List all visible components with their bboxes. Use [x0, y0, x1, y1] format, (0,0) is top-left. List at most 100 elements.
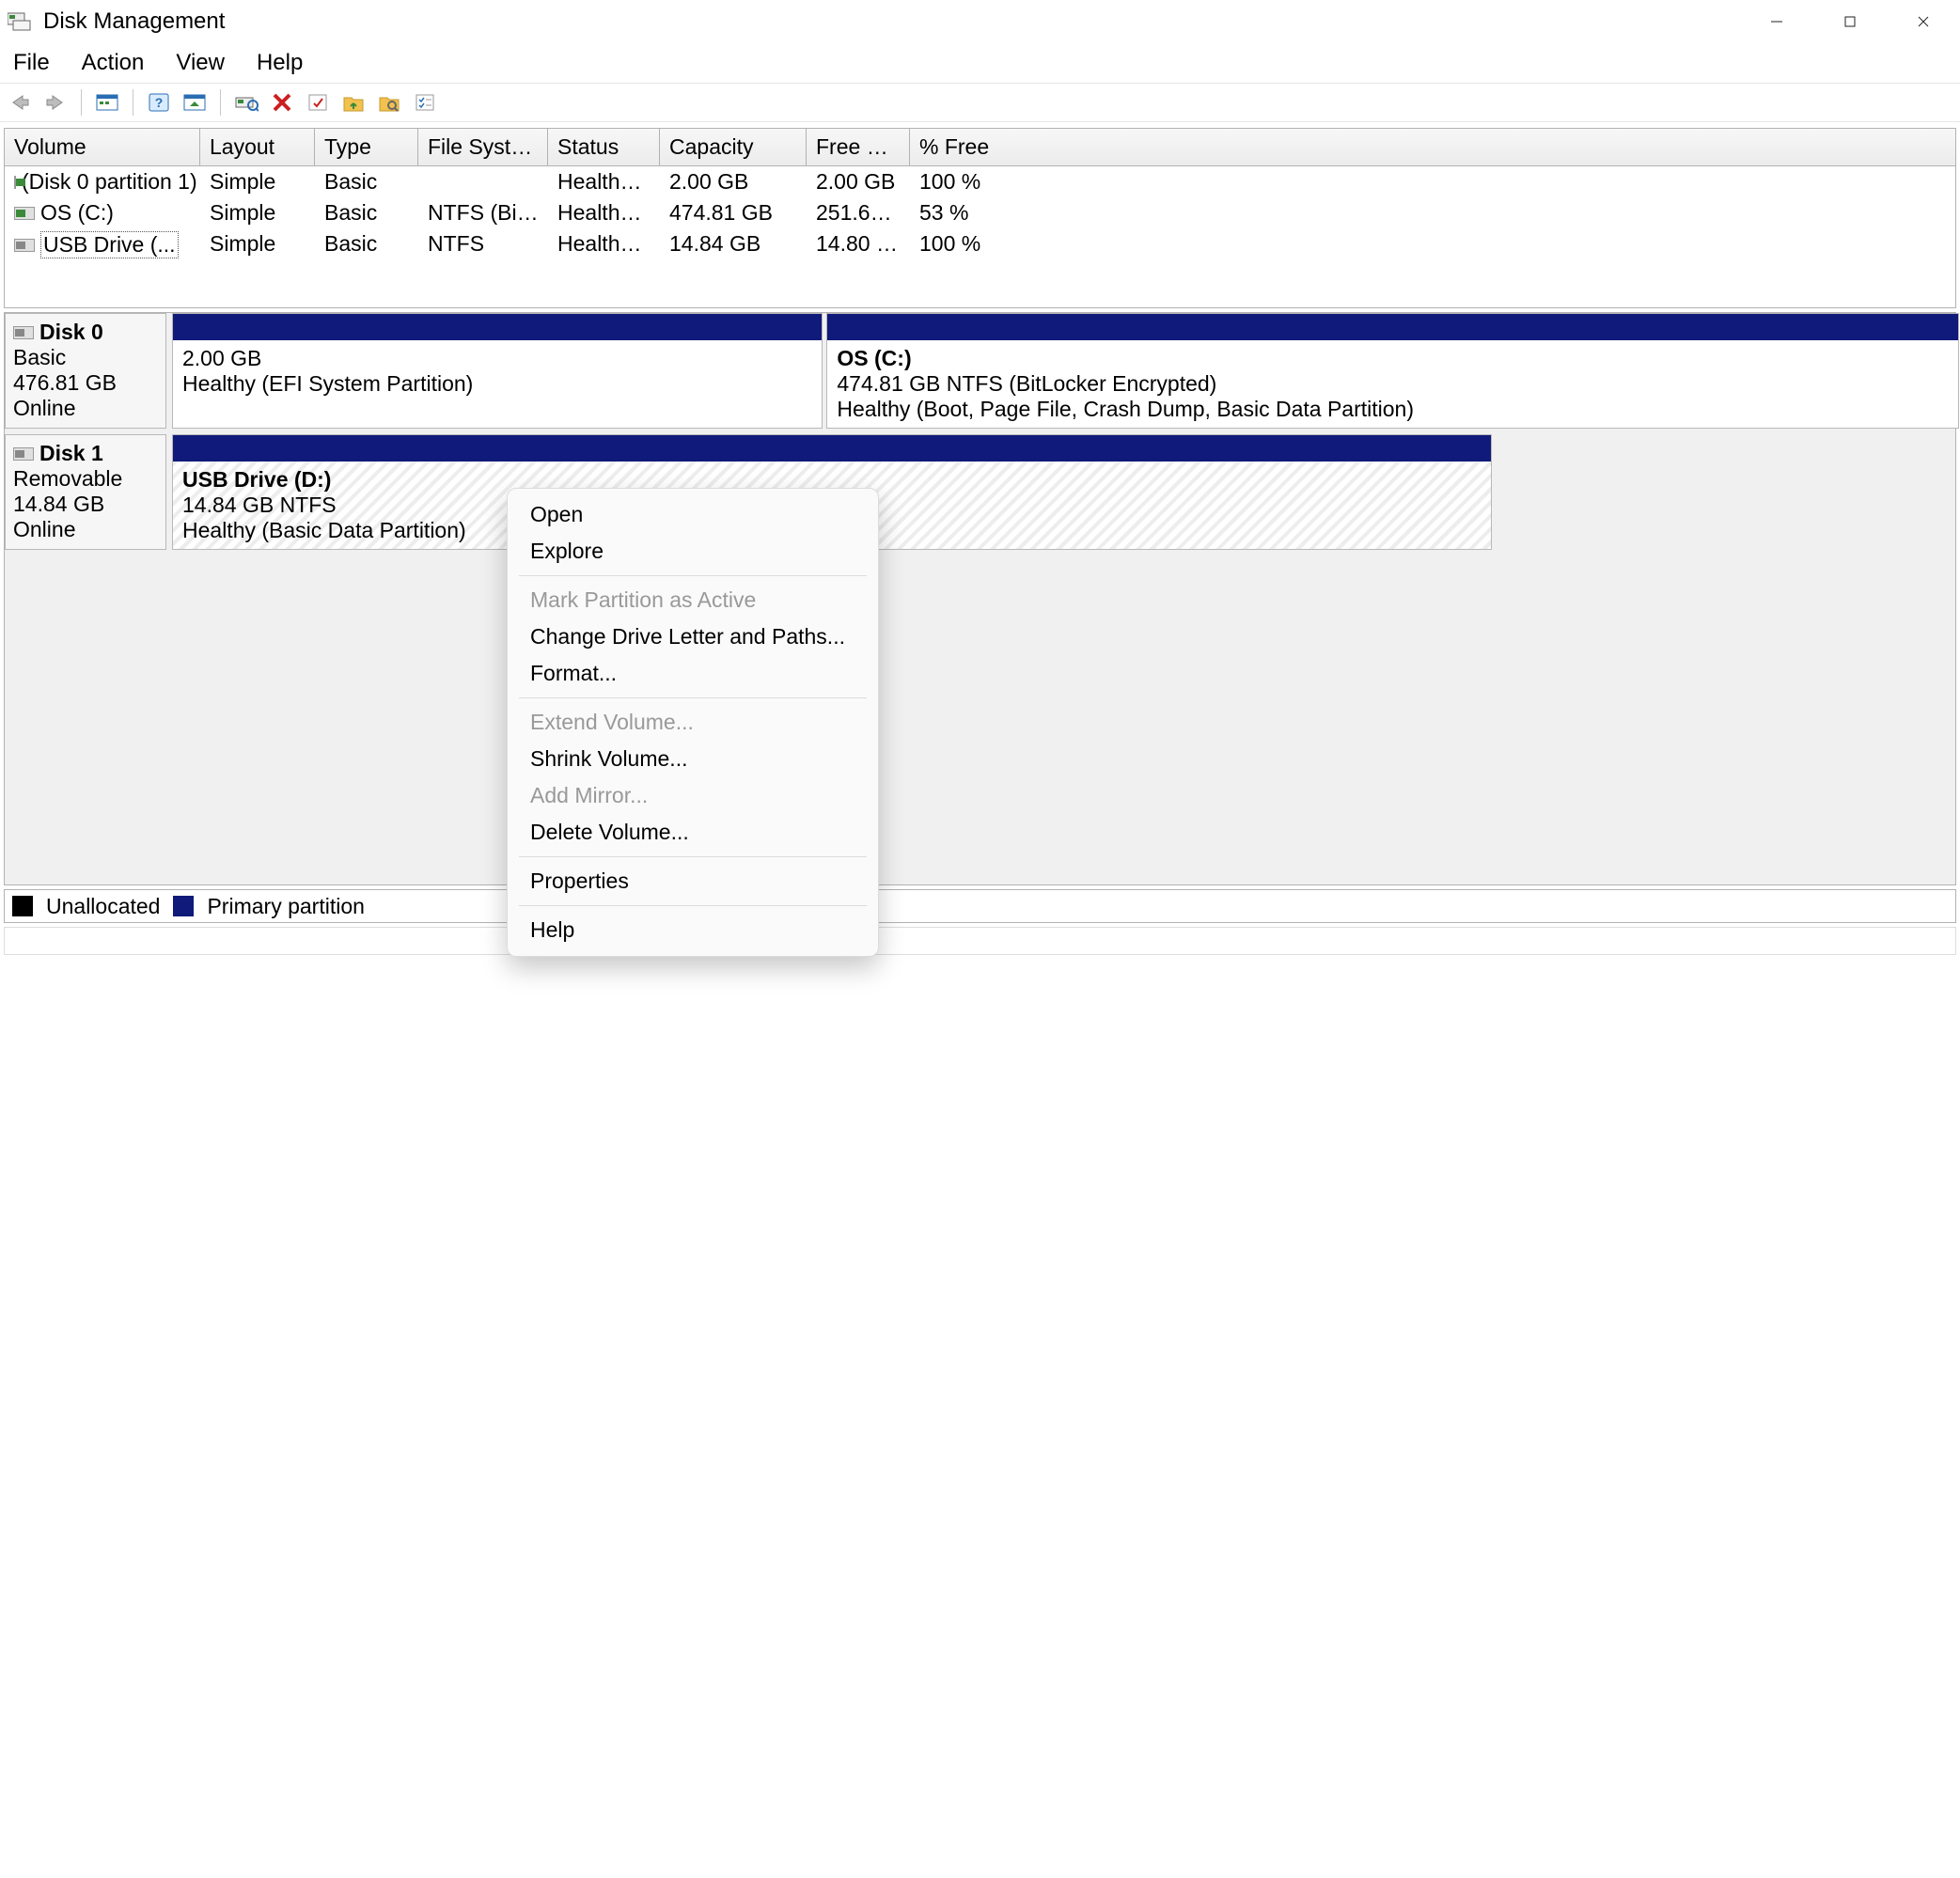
partition-block[interactable]: 2.00 GBHealthy (EFI System Partition) [172, 313, 823, 429]
volume-capacity: 14.84 GB [660, 230, 807, 259]
partition-container: USB Drive (D:)14.84 GB NTFSHealthy (Basi… [166, 434, 1955, 550]
disk-info-panel[interactable]: Disk 1Removable14.84 GBOnline [5, 434, 166, 550]
rescan-button[interactable] [230, 86, 262, 118]
context-menu-item[interactable]: Delete Volume... [508, 814, 878, 851]
context-menu-separator [519, 905, 867, 906]
column-header-layout[interactable]: Layout [200, 129, 315, 165]
context-menu-separator [519, 856, 867, 857]
partition-status: Healthy (EFI System Partition) [182, 371, 812, 397]
window-title: Disk Management [43, 8, 225, 35]
partition-size: 2.00 GB [182, 346, 812, 371]
context-menu-separator [519, 697, 867, 698]
disk-type: Removable [13, 466, 158, 492]
menu-help[interactable]: Help [251, 48, 308, 78]
disk-graphical-view: Disk 0Basic476.81 GBOnline2.00 GBHealthy… [4, 312, 1956, 885]
context-menu-item[interactable]: Change Drive Letter and Paths... [508, 618, 878, 655]
volume-row[interactable]: USB Drive (...SimpleBasicNTFSHealthy (B.… [5, 228, 1955, 261]
partition-color-bar [173, 314, 822, 340]
legend-swatch-primary [173, 896, 194, 916]
context-menu-item[interactable]: Properties [508, 863, 878, 900]
volume-filesystem: NTFS (BitLo... [418, 199, 548, 227]
context-menu-item: Mark Partition as Active [508, 582, 878, 618]
legend: Unallocated Primary partition [4, 889, 1956, 923]
status-bar [4, 927, 1956, 955]
context-menu-item[interactable]: Format... [508, 655, 878, 692]
volume-pctfree: 53 % [910, 199, 1025, 227]
disk-icon [14, 239, 35, 252]
toolbar: ? [0, 83, 1960, 122]
title-bar: Disk Management [0, 0, 1960, 43]
maximize-button[interactable] [1813, 0, 1887, 43]
disk-info-panel[interactable]: Disk 0Basic476.81 GBOnline [5, 313, 166, 429]
disk-capacity: 14.84 GB [13, 492, 158, 517]
column-header-freespace[interactable]: Free Spa... [807, 129, 910, 165]
close-button[interactable] [1887, 0, 1960, 43]
action-button[interactable] [179, 86, 211, 118]
volume-capacity: 2.00 GB [660, 168, 807, 196]
volume-layout: Simple [200, 168, 315, 196]
menu-file[interactable]: File [8, 48, 55, 78]
app-icon [6, 10, 36, 33]
delete-button[interactable] [266, 86, 298, 118]
column-header-status[interactable]: Status [548, 129, 660, 165]
show-console-button[interactable] [91, 86, 123, 118]
volume-status: Healthy (B... [548, 199, 660, 227]
volume-freespace: 251.63 GB [807, 199, 910, 227]
context-menu-item[interactable]: Explore [508, 533, 878, 570]
partition-status: Healthy (Boot, Page File, Crash Dump, Ba… [837, 397, 1949, 422]
volume-freespace: 14.80 GB [807, 230, 910, 259]
disk-icon [13, 326, 34, 339]
context-menu-item[interactable]: Help [508, 912, 878, 948]
disk-name: Disk 1 [39, 441, 103, 466]
volume-filesystem [418, 168, 548, 196]
column-header-type[interactable]: Type [315, 129, 418, 165]
folder-up-button[interactable] [337, 86, 369, 118]
volume-row[interactable]: OS (C:)SimpleBasicNTFS (BitLo...Healthy … [5, 197, 1955, 228]
disk-icon [14, 176, 16, 189]
nav-back-button[interactable] [4, 86, 36, 118]
volume-name: USB Drive (... [40, 231, 179, 258]
context-menu-item[interactable]: Shrink Volume... [508, 741, 878, 777]
partition-title: OS (C:) [837, 346, 1949, 371]
volume-table: Volume Layout Type File System Status Ca… [4, 128, 1956, 308]
volume-row[interactable]: (Disk 0 partition 1)SimpleBasic Healthy (… [5, 166, 1955, 197]
volume-layout: Simple [200, 199, 315, 227]
properties-button[interactable] [302, 86, 334, 118]
menu-action[interactable]: Action [76, 48, 150, 78]
column-header-pctfree[interactable]: % Free [910, 129, 1025, 165]
disk-type: Basic [13, 345, 158, 370]
volume-status: Healthy (E... [548, 168, 660, 196]
column-header-capacity[interactable]: Capacity [660, 129, 807, 165]
disk-capacity: 476.81 GB [13, 370, 158, 396]
volume-capacity: 474.81 GB [660, 199, 807, 227]
volume-table-header: Volume Layout Type File System Status Ca… [5, 129, 1955, 166]
minimize-button[interactable] [1740, 0, 1813, 43]
volume-type: Basic [315, 168, 418, 196]
volume-pctfree: 100 % [910, 230, 1025, 259]
disk-name: Disk 0 [39, 320, 103, 345]
context-menu-item[interactable]: Open [508, 496, 878, 533]
partition-size: 474.81 GB NTFS (BitLocker Encrypted) [837, 371, 1949, 397]
disk-row: Disk 0Basic476.81 GBOnline2.00 GBHealthy… [5, 313, 1955, 434]
window-controls [1740, 0, 1960, 43]
checklist-button[interactable] [409, 86, 441, 118]
context-menu-item: Add Mirror... [508, 777, 878, 814]
partition-container: 2.00 GBHealthy (EFI System Partition) OS … [166, 313, 1955, 429]
volume-pctfree: 100 % [910, 168, 1025, 196]
partition-color-bar [173, 435, 1491, 462]
column-header-volume[interactable]: Volume [5, 129, 200, 165]
menu-bar: File Action View Help [0, 43, 1960, 83]
folder-search-button[interactable] [373, 86, 405, 118]
help-button[interactable]: ? [143, 86, 175, 118]
column-header-filesystem[interactable]: File System [418, 129, 548, 165]
nav-forward-button[interactable] [39, 86, 71, 118]
volume-type: Basic [315, 199, 418, 227]
legend-label-primary: Primary partition [207, 894, 364, 919]
menu-view[interactable]: View [170, 48, 230, 78]
volume-name: (Disk 0 partition 1) [22, 169, 197, 195]
legend-label-unallocated: Unallocated [46, 894, 160, 919]
partition-block[interactable]: OS (C:)474.81 GB NTFS (BitLocker Encrypt… [826, 313, 1959, 429]
context-menu-item: Extend Volume... [508, 704, 878, 741]
partition-color-bar [827, 314, 1958, 340]
disk-icon [13, 447, 34, 461]
